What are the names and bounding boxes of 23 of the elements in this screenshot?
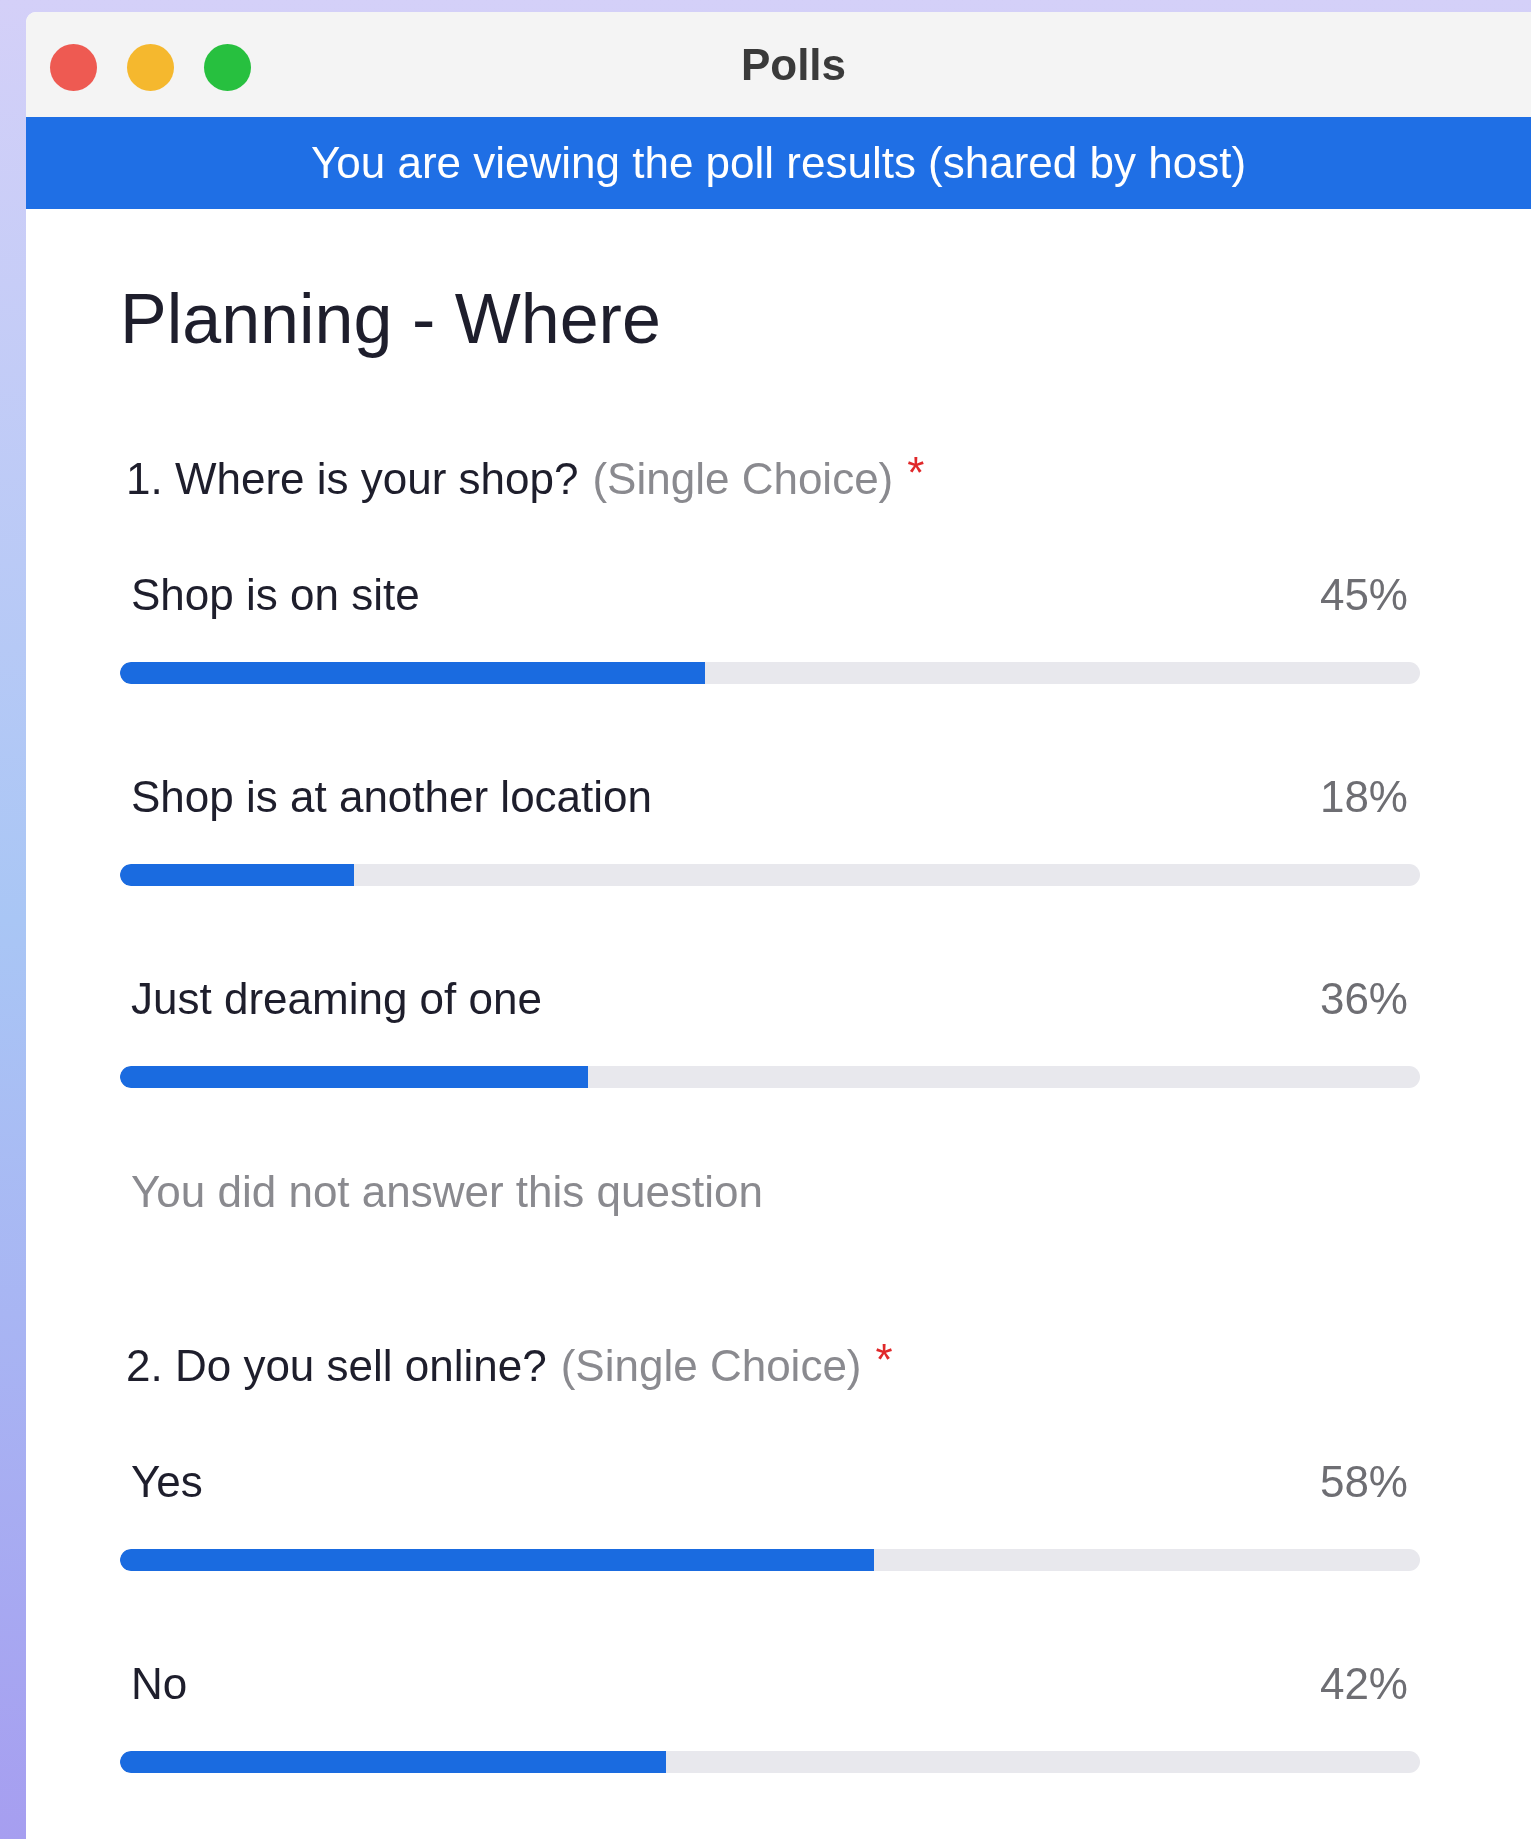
option-label: Just dreaming of one — [131, 973, 542, 1025]
option-label: Yes — [131, 1456, 203, 1508]
poll-title: Planning - Where — [120, 279, 661, 359]
question-text: 1. Where is your shop? — [126, 453, 579, 505]
window-title: Polls — [740, 38, 847, 91]
option-label: No — [131, 1658, 188, 1710]
banner: You are viewing the poll results (shared by host) — [26, 117, 1531, 209]
option-percent: 42% — [1319, 1658, 1408, 1710]
option-percent: 36% — [1319, 973, 1408, 1025]
required-mark: * — [907, 453, 925, 493]
option-percent: 58% — [1319, 1456, 1408, 1508]
window-control-icon[interactable] — [204, 44, 251, 91]
question-text: 2. Do you sell online? — [126, 1340, 547, 1392]
question-type: (Single Choice) — [592, 453, 894, 505]
required-mark: * — [875, 1340, 893, 1380]
window-control-icon[interactable] — [127, 44, 174, 91]
option-percent: 18% — [1319, 771, 1408, 823]
option-label: Shop is on site — [131, 569, 420, 621]
question-type: (Single Choice) — [560, 1340, 862, 1392]
option-label: Shop is at another location — [131, 771, 653, 823]
answer-note: You did not answer this question — [130, 1166, 764, 1218]
option-percent: 45% — [1319, 569, 1408, 621]
window-control-icon[interactable] — [50, 44, 97, 91]
